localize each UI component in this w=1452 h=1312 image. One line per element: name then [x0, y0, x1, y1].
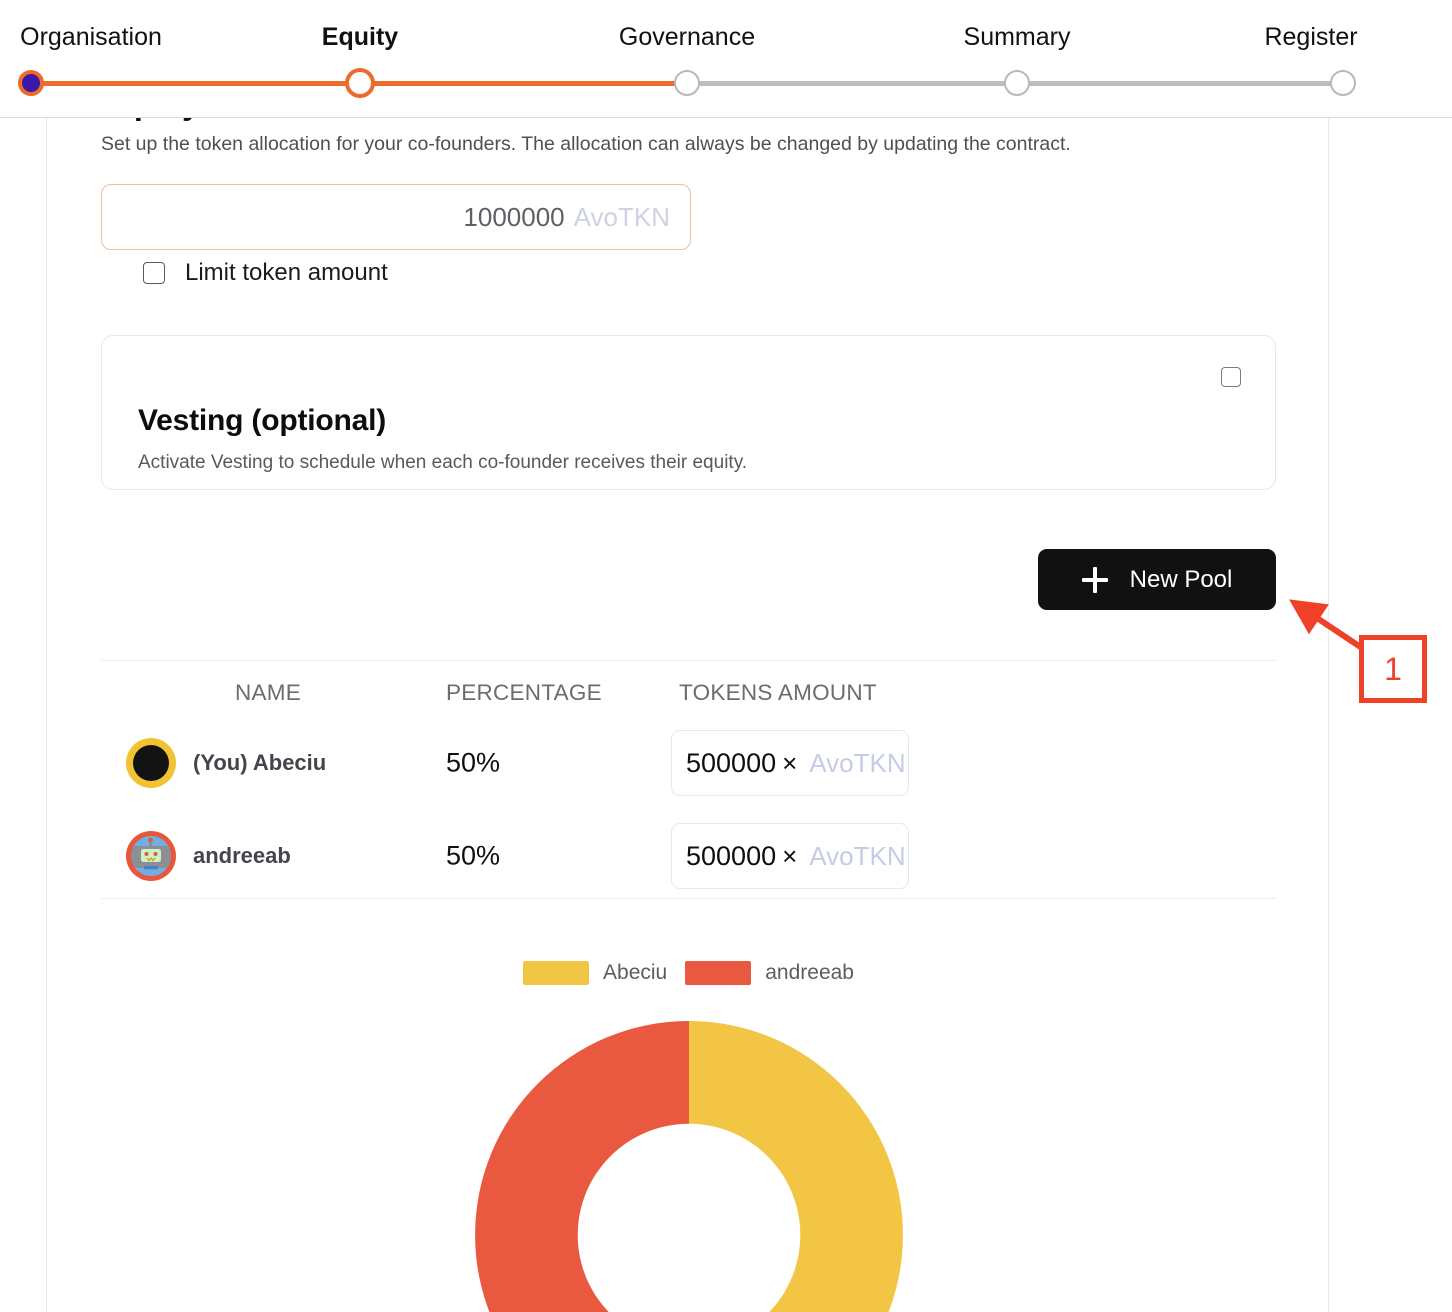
row-tokens-amount-input[interactable]: 500000 × AvoTKN: [671, 730, 909, 796]
legend-item-andreeab[interactable]: andreeab: [685, 961, 854, 985]
step-label-register[interactable]: Register: [1264, 20, 1357, 54]
stepper-labels: Organisation Equity Governance Summary R…: [0, 20, 1452, 56]
track-segment-4: [1017, 81, 1343, 86]
legend-label: andreeab: [765, 961, 854, 984]
track-segment-3: [687, 81, 1017, 86]
step-dot-governance[interactable]: [674, 70, 700, 96]
row-percentage: 50%: [446, 840, 501, 871]
donut-slice-andreeab[interactable]: [474, 1021, 689, 1312]
table-bottom-divider: [101, 898, 1276, 899]
row-tokens-unit: AvoTKN: [809, 747, 906, 778]
row-tokens-amount-value: 500000: [686, 747, 777, 778]
page-description: Set up the token allocation for your co-…: [101, 133, 1071, 155]
legend-swatch: [685, 961, 752, 985]
column-header-tokens-amount: TOKENS AMOUNT: [679, 680, 877, 705]
row-percentage: 50%: [446, 747, 501, 778]
column-header-name: NAME: [235, 680, 302, 705]
limit-token-amount-row[interactable]: Limit token amount: [143, 259, 388, 287]
multiply-icon: ×: [782, 747, 798, 778]
step-label-governance[interactable]: Governance: [619, 20, 755, 54]
new-pool-button-label: New Pool: [1129, 565, 1233, 593]
vesting-description: Activate Vesting to schedule when each c…: [138, 452, 748, 473]
limit-token-amount-checkbox[interactable]: [143, 262, 165, 284]
step-label-equity[interactable]: Equity: [322, 20, 398, 54]
wizard-stepper: Organisation Equity Governance Summary R…: [0, 0, 1452, 118]
equity-content-card: Equity Set up the token allocation for y…: [46, 118, 1329, 1312]
table-row: andreeab 50% 500000 × AvoTKN: [101, 817, 1276, 895]
table-row: (You) Abeciu 50% 500000 × AvoTKN: [101, 724, 1276, 802]
allocation-chart: Abeciu andreeab: [47, 956, 1328, 1312]
track-segment-1: [31, 81, 360, 86]
total-token-amount-unit: AvoTKN: [573, 201, 670, 232]
row-tokens-amount-value: 500000: [686, 840, 777, 871]
annotation-step-badge: 1: [1359, 635, 1427, 703]
legend-label: Abeciu: [603, 961, 668, 984]
stepper-track: [0, 62, 1452, 104]
legend-swatch: [523, 961, 590, 985]
row-name: andreeab: [193, 843, 291, 868]
step-dot-equity[interactable]: [345, 68, 375, 98]
track-segment-2: [360, 81, 687, 86]
new-pool-button[interactable]: New Pool: [1038, 549, 1276, 610]
avatar-andreeab: [126, 831, 176, 881]
plus-icon: [1081, 566, 1108, 593]
chart-legend: Abeciu andreeab: [47, 956, 1328, 990]
multiply-icon: ×: [782, 840, 798, 871]
allocation-table-header: NAME PERCENTAGE TOKENS AMOUNT: [101, 680, 1276, 714]
avatar-inner-ring: [131, 836, 171, 876]
step-label-organisation[interactable]: Organisation: [20, 20, 162, 54]
page-title: Equity: [101, 118, 200, 122]
total-token-amount-input[interactable]: 1000000 AvoTKN: [101, 184, 691, 250]
step-dot-register[interactable]: [1330, 70, 1356, 96]
step-label-summary[interactable]: Summary: [964, 20, 1071, 54]
donut-chart-svg: [474, 1021, 903, 1312]
annotation-number: 1: [1384, 651, 1402, 687]
vesting-title: Vesting (optional): [138, 404, 387, 437]
robot-avatar-icon: [131, 836, 171, 876]
legend-item-abeciu[interactable]: Abeciu: [523, 961, 667, 985]
row-tokens-unit: AvoTKN: [809, 840, 906, 871]
step-dot-organisation[interactable]: [18, 70, 44, 96]
donut-slice-abeciu[interactable]: [688, 1021, 903, 1312]
table-top-divider: [101, 660, 1276, 661]
limit-token-amount-label: Limit token amount: [185, 259, 388, 286]
vesting-toggle-checkbox[interactable]: [1221, 367, 1241, 387]
step-dot-summary[interactable]: [1004, 70, 1030, 96]
donut-chart[interactable]: [474, 1021, 903, 1312]
total-token-amount-value: 1000000: [463, 201, 565, 232]
vesting-card[interactable]: Vesting (optional) Activate Vesting to s…: [101, 335, 1276, 490]
row-name: (You) Abeciu: [193, 750, 327, 775]
row-tokens-amount-input[interactable]: 500000 × AvoTKN: [671, 823, 909, 889]
equity-setup-screen: Organisation Equity Governance Summary R…: [0, 0, 1452, 1312]
column-header-percentage: PERCENTAGE: [446, 680, 602, 705]
avatar-abeciu: [126, 738, 176, 788]
